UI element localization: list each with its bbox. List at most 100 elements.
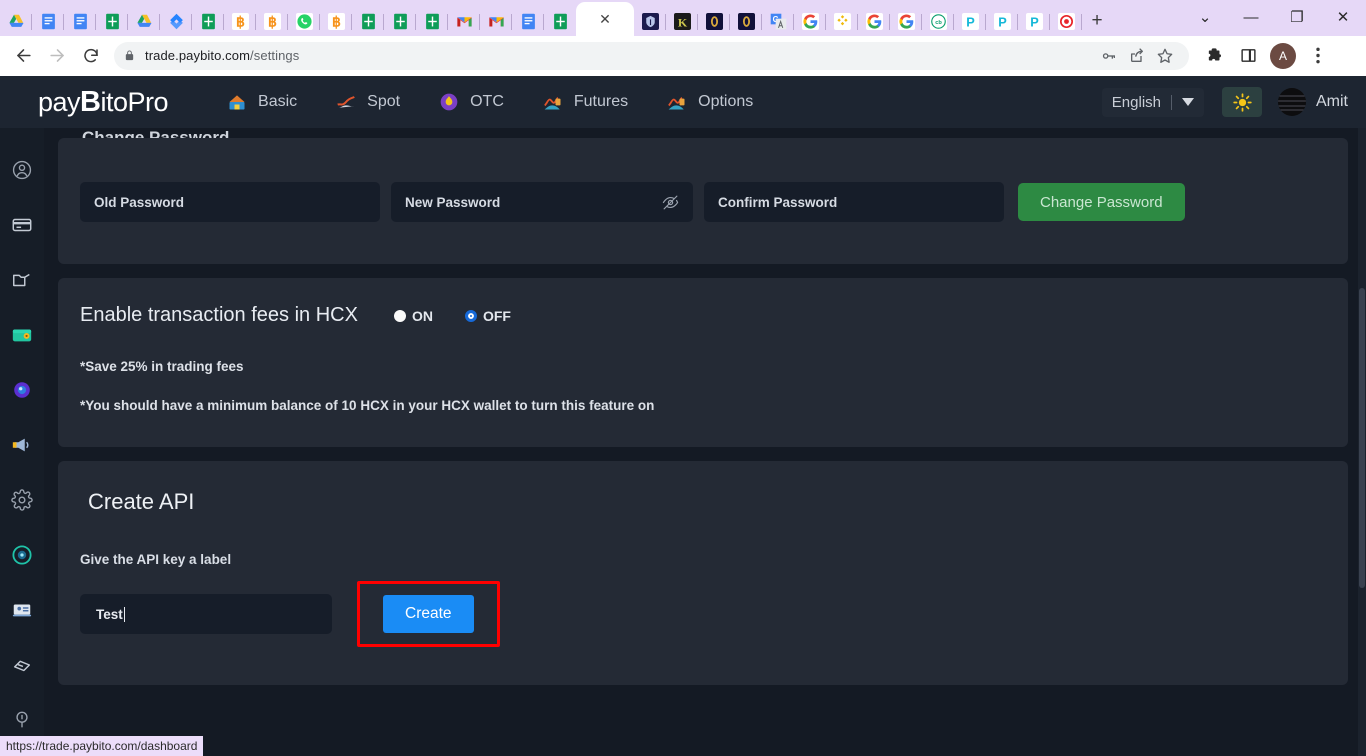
eye-off-icon[interactable] <box>662 194 679 211</box>
svg-text:฿: ฿ <box>267 14 276 30</box>
browser-tab[interactable] <box>352 6 384 36</box>
nav-item-basic[interactable]: Basic <box>226 92 297 112</box>
whatsapp-icon <box>295 12 313 30</box>
sidebar-item-folder[interactable] <box>0 252 44 307</box>
divider <box>1171 94 1172 110</box>
browser-tab[interactable] <box>512 6 544 36</box>
nav-item-options[interactable]: Options <box>666 92 753 112</box>
browser-tab[interactable]: P <box>986 6 1018 36</box>
language-selector[interactable]: English <box>1101 87 1204 117</box>
profile-avatar[interactable]: A <box>1270 42 1296 69</box>
reload-icon[interactable] <box>74 39 108 73</box>
browser-tab[interactable] <box>128 6 160 36</box>
browser-tab[interactable] <box>730 6 762 36</box>
page-scrollbar[interactable] <box>1358 128 1366 756</box>
hcx-radio-off[interactable]: OFF <box>464 308 511 324</box>
change-password-panel: Old Password New Password Confirm Passwo… <box>58 138 1348 264</box>
browser-tab[interactable] <box>64 6 96 36</box>
address-bar[interactable]: trade.paybito.com/settings <box>114 41 1189 70</box>
browser-tab[interactable] <box>32 6 64 36</box>
browser-tab[interactable]: P <box>1018 6 1050 36</box>
gmail-icon <box>456 13 473 30</box>
browser-tab[interactable] <box>192 6 224 36</box>
browser-tab[interactable] <box>480 6 512 36</box>
window-controls: ⌄ — ❐ ✕ <box>1182 0 1366 34</box>
new-tab-button[interactable]: + <box>1082 6 1112 36</box>
scrollbar-thumb[interactable] <box>1359 288 1365 588</box>
radio-button[interactable] <box>464 309 477 322</box>
browser-tab[interactable] <box>416 6 448 36</box>
back-arrow-icon[interactable] <box>6 39 40 73</box>
google-sheets-icon <box>360 13 377 30</box>
puzzle-icon[interactable] <box>1197 39 1231 73</box>
browser-tab[interactable] <box>1050 6 1082 36</box>
google-drive-icon <box>8 13 25 30</box>
browser-tab[interactable] <box>890 6 922 36</box>
sidebar-item-tag[interactable] <box>0 637 44 692</box>
svg-text:K: K <box>677 15 687 29</box>
browser-tab[interactable]: cb <box>922 6 954 36</box>
browser-tab[interactable]: G <box>762 6 794 36</box>
tab-search-icon[interactable]: ⌄ <box>1182 0 1228 34</box>
hcx-radio-on[interactable]: ON <box>393 308 433 324</box>
status-bar: https://trade.paybito.com/dashboard <box>0 736 204 756</box>
nav-item-futures[interactable]: Futures <box>542 92 628 112</box>
minimize-button[interactable]: — <box>1228 0 1274 34</box>
sidebar-item-profile[interactable] <box>0 142 44 197</box>
browser-tab[interactable]: P <box>954 6 986 36</box>
key-icon[interactable] <box>1095 42 1123 70</box>
browser-tab[interactable] <box>544 6 576 36</box>
sidebar-item-announcement[interactable] <box>0 417 44 472</box>
hcx-note-2: *You should have a minimum balance of 10… <box>80 398 655 413</box>
active-tab[interactable]: ✕ <box>576 2 634 36</box>
sidebar-item-token[interactable] <box>0 362 44 417</box>
nav-item-spot[interactable]: Spot <box>335 92 400 112</box>
three-dot-menu-icon[interactable] <box>1301 39 1335 73</box>
browser-tab[interactable] <box>826 6 858 36</box>
sidebar-item-settings-gear[interactable] <box>0 472 44 527</box>
side-panel-icon[interactable] <box>1231 39 1265 73</box>
browser-tab[interactable] <box>448 6 480 36</box>
svg-text:cb: cb <box>935 19 942 25</box>
hcx-header-row: Enable transaction fees in HCX ON OFF <box>80 304 1326 327</box>
browser-tab[interactable] <box>0 6 32 36</box>
paybitopro-logo[interactable]: pay BitoPro <box>38 85 169 119</box>
browser-tab[interactable]: ฿ <box>256 6 288 36</box>
browser-tab[interactable] <box>384 6 416 36</box>
sidebar-item-wallet[interactable] <box>0 307 44 362</box>
nav-item-otc[interactable]: OTC <box>438 92 504 112</box>
logo-bitcoin-b: B <box>80 85 101 118</box>
create-button[interactable]: Create <box>383 595 474 633</box>
new-password-input[interactable]: New Password <box>391 182 693 222</box>
sidebar-item-support[interactable] <box>0 527 44 582</box>
browser-tab[interactable]: ฿ <box>320 6 352 36</box>
browser-tab[interactable] <box>794 6 826 36</box>
browser-tab[interactable] <box>858 6 890 36</box>
browser-tab[interactable]: ฿ <box>224 6 256 36</box>
browser-tab[interactable] <box>634 6 666 36</box>
user-menu[interactable]: Amit <box>1278 88 1348 116</box>
star-icon[interactable] <box>1151 42 1179 70</box>
forward-arrow-icon[interactable] <box>40 39 74 73</box>
close-icon[interactable]: ✕ <box>599 11 611 28</box>
browser-tab[interactable] <box>96 6 128 36</box>
url-domain: trade.paybito.com <box>145 48 251 63</box>
close-window-button[interactable]: ✕ <box>1320 0 1366 34</box>
theme-toggle-button[interactable] <box>1222 87 1262 117</box>
api-label-input[interactable]: Test <box>80 594 332 634</box>
share-icon[interactable] <box>1123 42 1151 70</box>
browser-tab[interactable] <box>698 6 730 36</box>
sidebar-item-card[interactable] <box>0 197 44 252</box>
google-translate-icon: G <box>770 13 787 30</box>
old-password-placeholder: Old Password <box>94 194 185 210</box>
maximize-button[interactable]: ❐ <box>1274 0 1320 34</box>
sidebar-item-id-card[interactable] <box>0 582 44 637</box>
radio-button[interactable] <box>393 309 406 322</box>
browser-tab[interactable]: K <box>666 6 698 36</box>
browser-tab[interactable] <box>160 6 192 36</box>
browser-tab[interactable] <box>288 6 320 36</box>
change-password-button[interactable]: Change Password <box>1018 183 1185 221</box>
svg-text:฿: ฿ <box>235 14 244 30</box>
old-password-input[interactable]: Old Password <box>80 182 380 222</box>
confirm-password-input[interactable]: Confirm Password <box>704 182 1004 222</box>
